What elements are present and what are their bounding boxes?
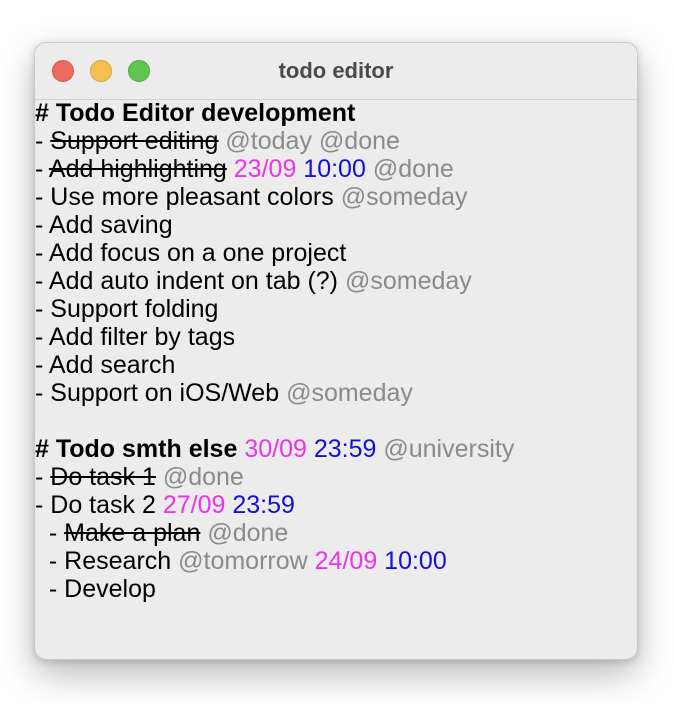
tag-label: @done — [372, 155, 454, 183]
task-bullet: - — [35, 211, 49, 239]
task-bullet: - — [35, 463, 51, 491]
window-title: todo editor — [278, 58, 394, 83]
task-bullet: - — [35, 183, 51, 211]
task-line[interactable]: - Add search — [35, 351, 637, 379]
project-heading[interactable]: # Todo smth else 30/09 23:59 @university — [35, 435, 637, 463]
task-text: Add filter by tags — [48, 323, 236, 351]
task-line[interactable]: - Support folding — [35, 295, 637, 323]
title-bar[interactable]: todo editor — [35, 43, 637, 100]
task-text: Do task 2 — [50, 491, 156, 519]
task-line[interactable]: - Develop — [35, 575, 637, 603]
tag-label: @university — [383, 435, 515, 463]
task-bullet: - — [35, 491, 51, 519]
task-line[interactable]: - Research @tomorrow 24/09 10:00 — [35, 547, 637, 575]
task-line[interactable]: - Do task 1 @done — [35, 463, 637, 491]
due-date: 30/09 — [244, 435, 307, 463]
task-line[interactable]: - Use more pleasant colors @someday — [35, 183, 637, 211]
tag-label: @done — [207, 519, 289, 547]
task-bullet: - — [35, 575, 65, 603]
task-text: Add focus on a one project — [48, 239, 347, 267]
due-time: 23:59 — [313, 435, 377, 463]
task-text: Support folding — [50, 295, 219, 323]
due-date: 24/09 — [314, 547, 378, 575]
task-bullet: - — [35, 155, 49, 183]
task-line[interactable]: - Add saving — [35, 211, 637, 239]
task-line[interactable]: - Add highlighting 23/09 10:00 @done — [35, 155, 637, 183]
task-bullet: - — [35, 127, 51, 155]
tag-label: @done — [318, 127, 400, 155]
task-line[interactable]: - Do task 2 27/09 23:59 — [35, 491, 637, 519]
task-bullet: - — [35, 379, 51, 407]
task-bullet: - — [35, 295, 51, 323]
heading-text: # Todo Editor development — [35, 99, 356, 127]
due-time: 23:59 — [232, 491, 295, 519]
task-text: Develop — [64, 575, 156, 603]
task-bullet: - — [35, 351, 49, 379]
due-date: 23/09 — [233, 155, 297, 183]
task-text: Add search — [48, 351, 176, 379]
task-bullet: - — [35, 547, 65, 575]
todo-editor-window: todo editor # Todo Editor development - S… — [34, 42, 638, 660]
task-line[interactable]: - Support editing @today @done — [35, 127, 637, 155]
text-editor[interactable]: # Todo Editor development - Support editi… — [35, 99, 637, 659]
tag-label: @someday — [340, 183, 468, 211]
task-line[interactable]: - Add auto indent on tab (?) @someday — [35, 267, 637, 295]
tag-label: @tomorrow — [178, 547, 308, 575]
task-bullet: - — [35, 239, 49, 267]
tag-label: @someday — [286, 379, 413, 407]
project-heading[interactable]: # Todo Editor development — [35, 99, 637, 127]
task-text: Use more pleasant colors — [50, 183, 334, 211]
task-line[interactable]: - Add filter by tags — [35, 323, 637, 351]
due-time: 10:00 — [303, 155, 366, 183]
due-time: 10:00 — [384, 547, 447, 575]
task-line[interactable]: - Make a plan @done — [35, 519, 637, 547]
task-line[interactable]: - Add focus on a one project — [35, 239, 637, 267]
tag-label: @today — [225, 127, 312, 155]
task-text: Add auto indent on tab (?) — [48, 267, 339, 295]
task-text: Add highlighting — [48, 155, 227, 183]
task-text: Add saving — [48, 211, 173, 239]
task-line[interactable]: - Support on iOS/Web @someday — [35, 379, 637, 407]
heading-text: # Todo smth else — [35, 435, 238, 463]
task-text: Do task 1 — [50, 463, 156, 491]
task-text: Make a plan — [64, 519, 201, 547]
task-text: Research — [64, 547, 172, 575]
task-bullet: - — [35, 519, 65, 547]
task-text: Support editing — [50, 127, 219, 155]
task-bullet: - — [35, 323, 49, 351]
due-date: 27/09 — [162, 491, 226, 519]
task-bullet: - — [35, 267, 49, 295]
tag-label: @done — [162, 463, 244, 491]
task-text: Support on iOS/Web — [50, 379, 280, 407]
tag-label: @someday — [344, 267, 472, 295]
